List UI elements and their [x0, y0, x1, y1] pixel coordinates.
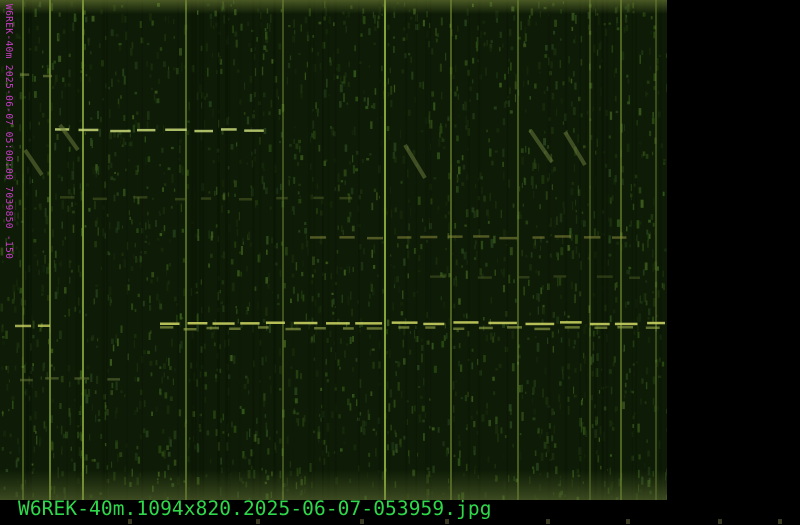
side-timestamp-label: W6REK-40m 2025-06-07 05:00:00 7039850 -1…	[3, 4, 13, 260]
artifact-dot	[778, 519, 782, 524]
artifact-dot	[128, 519, 132, 524]
waterfall-canvas	[0, 0, 667, 500]
artifact-dot	[256, 519, 260, 524]
bottom-artifact-strip	[0, 517, 800, 525]
spectrogram-image	[0, 0, 667, 500]
artifact-dot	[445, 519, 449, 524]
artifact-dot	[546, 519, 550, 524]
artifact-dot	[626, 519, 630, 524]
artifact-dot	[718, 519, 722, 524]
artifact-dot	[360, 519, 364, 524]
image-viewer: W6REK-40m 2025-06-07 05:00:00 7039850 -1…	[0, 0, 800, 525]
